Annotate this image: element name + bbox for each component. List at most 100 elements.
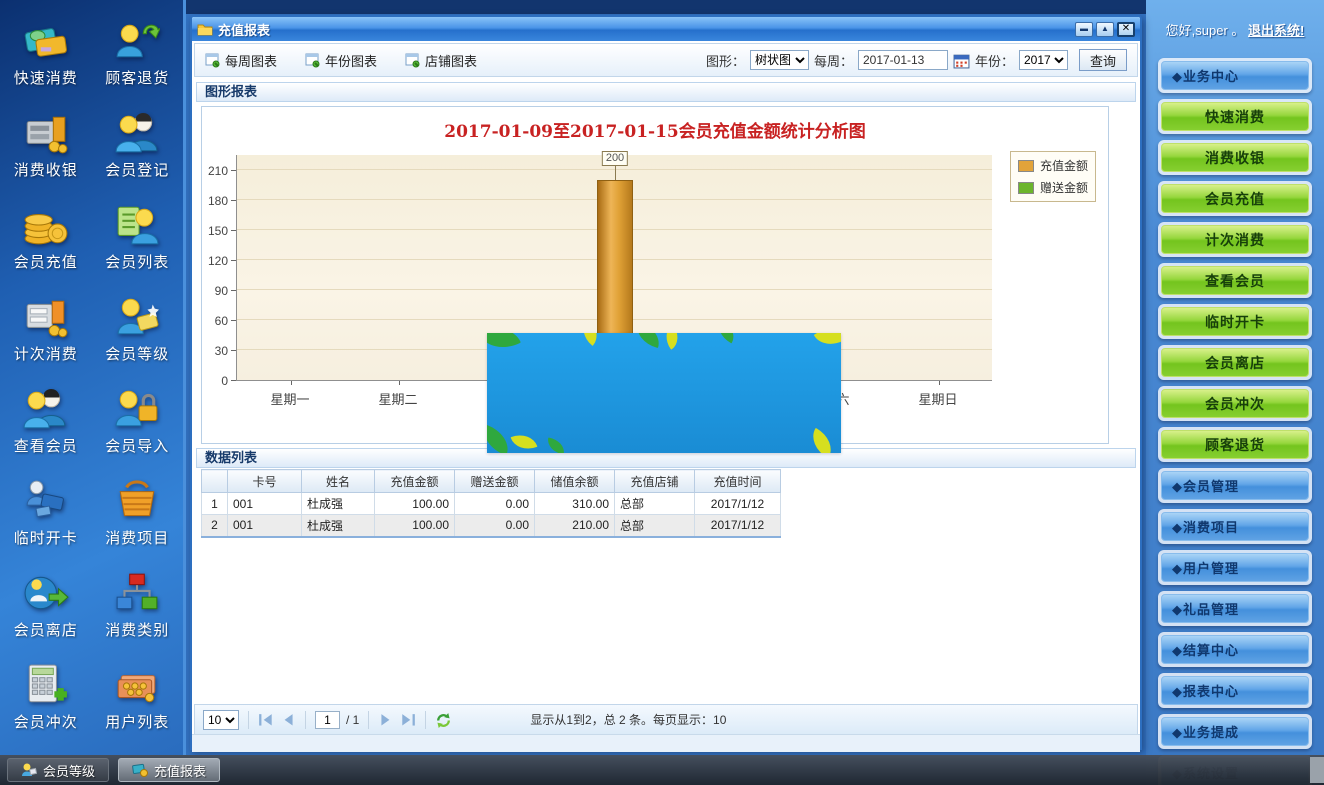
table-cell: 001 [228,515,302,537]
page-size-select[interactable]: 10 [203,710,239,730]
table-row[interactable]: 2001杜成强100.000.00210.00总部2017/1/12 [202,515,781,537]
minimize-button[interactable]: ▬ [1075,22,1093,37]
sidebar-item-label: 消费项目 [105,527,169,548]
column-header[interactable]: 赠送金额 [455,470,535,493]
cashier-icon [23,110,69,156]
nav-button-cashier[interactable]: 消费收银 [1158,140,1312,175]
column-header[interactable]: 姓名 [302,470,375,493]
toolbar-button-1[interactable]: 每周图表 [205,51,277,70]
taskbar-tab-recharge-report-tab[interactable]: 充值报表 [118,758,220,782]
calendar-icon[interactable] [953,52,970,69]
last-page-button[interactable] [400,713,416,726]
sidebar-item-consume-category[interactable]: 消费类别 [92,564,184,656]
sidebar-item-consume-items[interactable]: 消费项目 [92,472,184,564]
nav-button-report-center[interactable]: ◆报表中心 [1158,673,1312,708]
nav-button-biz-commission[interactable]: ◆业务提成 [1158,714,1312,749]
nav-button-member-mgmt[interactable]: ◆会员管理 [1158,468,1312,503]
resize-grip[interactable] [1310,757,1324,783]
week-input[interactable] [858,50,948,70]
query-button[interactable]: 查询 [1079,49,1127,71]
table-cell: 杜成强 [302,515,375,537]
nav-button-gift-mgmt[interactable]: ◆礼品管理 [1158,591,1312,626]
sidebar-item-quick-consume[interactable]: 快速消费 [0,12,92,104]
report-card-icon [132,762,148,778]
taskbar-tab-member-grade-tab[interactable]: 会员等级 [7,758,109,782]
sidebar-item-view-members[interactable]: 查看会员 [0,380,92,472]
next-page-button[interactable] [378,713,394,726]
sidebar-item-member-import[interactable]: 会员导入 [92,380,184,472]
logout-link[interactable]: 退出系统! [1248,23,1304,38]
window-footer [192,734,1140,752]
nav-button-face: ◆结算中心 [1161,635,1309,664]
window-titlebar[interactable]: 充值报表 ▬ ▲ ✕ [192,17,1140,41]
nav-button-label: ◆会员管理 [1172,476,1239,495]
separator [305,711,306,729]
sidebar-item-cashier[interactable]: 消费收银 [0,104,92,196]
nav-button-face: 查看会员 [1161,266,1309,295]
nav-button-member-recharge[interactable]: 会员充值 [1158,181,1312,216]
first-page-button[interactable] [258,713,274,726]
table-cell: 001 [228,493,302,515]
sidebar-item-temp-card[interactable]: 临时开卡 [0,472,92,564]
nav-button-temp-card[interactable]: 临时开卡 [1158,304,1312,339]
chart-legend: 充值金额赠送金额 [1010,151,1096,202]
nav-button-face: ◆礼品管理 [1161,594,1309,623]
nav-button-customer-return[interactable]: 顾客退货 [1158,427,1312,462]
page-number-input[interactable] [315,711,340,729]
nav-button-times-consume[interactable]: 计次消费 [1158,222,1312,257]
sidebar-item-customer-return[interactable]: 顾客退货 [92,12,184,104]
graph-type-select[interactable]: 树状图 [750,50,809,70]
table-cell: 100.00 [375,515,455,537]
sidebar-item-member-register[interactable]: 会员登记 [92,104,184,196]
y-tick-label: 150 [202,224,228,238]
nav-button-member-times[interactable]: 会员冲次 [1158,386,1312,421]
sidebar-item-member-recharge[interactable]: 会员充值 [0,196,92,288]
sidebar-item-member-grade[interactable]: 会员等级 [92,288,184,380]
close-button[interactable]: ✕ [1117,22,1135,37]
sidebar-item-member-times[interactable]: 会员冲次 [0,656,92,748]
nav-button-view-members[interactable]: 查看会员 [1158,263,1312,298]
column-header[interactable]: 充值金额 [375,470,455,493]
folder-icon [197,21,213,37]
view-members-icon [23,386,69,432]
nav-button-quick-consume[interactable]: 快速消费 [1158,99,1312,134]
toolbar-button-3[interactable]: 店铺图表 [405,51,477,70]
y-tick-label: 120 [202,254,228,268]
nav-button-face: ◆会员管理 [1161,471,1309,500]
leaf-decoration [511,430,538,453]
member-register-icon [114,110,160,156]
prev-page-button[interactable] [280,713,296,726]
toolbar-button-2[interactable]: 年份图表 [305,51,377,70]
table-cell: 2017/1/12 [695,493,781,515]
nav-button-settle-center[interactable]: ◆结算中心 [1158,632,1312,667]
nav-button-biz-center[interactable]: ◆业务中心 [1158,58,1312,93]
column-header[interactable]: 充值时间 [695,470,781,493]
category-tree-icon [114,570,160,616]
column-header[interactable]: 卡号 [228,470,302,493]
coins-icon [23,202,69,248]
sidebar-item-label: 会员冲次 [14,711,78,732]
table-row[interactable]: 1001杜成强100.000.00310.00总部2017/1/12 [202,493,781,515]
column-header[interactable] [202,470,228,493]
sidebar-item-times-consume[interactable]: 计次消费 [0,288,92,380]
nav-button-consume-items[interactable]: ◆消费项目 [1158,509,1312,544]
nav-button-user-mgmt[interactable]: ◆用户管理 [1158,550,1312,585]
table-cell: 2017/1/12 [695,515,781,537]
separator [368,711,369,729]
refresh-icon[interactable] [435,712,452,728]
sidebar-item-member-leave[interactable]: 会员离店 [0,564,92,656]
nav-button-member-leave[interactable]: 会员离店 [1158,345,1312,380]
maximize-button[interactable]: ▲ [1096,22,1114,37]
sidebar-item-user-list[interactable]: 用户列表 [92,656,184,748]
nav-button-face: 计次消费 [1161,225,1309,254]
member-grade-icon [114,294,160,340]
y-tickmark [231,380,236,381]
column-header[interactable]: 储值余额 [535,470,615,493]
nav-button-face: 顾客退货 [1161,430,1309,459]
chart-section-header: 图形报表 [196,82,1136,102]
sidebar-item-member-list[interactable]: 会员列表 [92,196,184,288]
year-select[interactable]: 2017 [1019,50,1068,70]
y-tick-label: 210 [202,164,228,178]
column-header[interactable]: 充值店铺 [615,470,695,493]
y-tickmark [231,170,236,171]
